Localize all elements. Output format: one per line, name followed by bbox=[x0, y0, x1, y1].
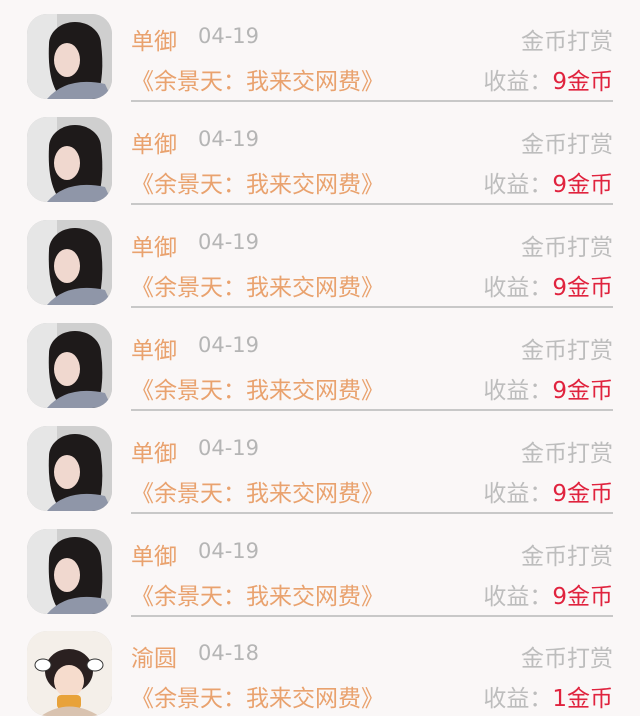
book-title-link[interactable]: 《余景天：我来交网费》 bbox=[131, 62, 384, 96]
earnings: 收益：9金币 bbox=[483, 268, 613, 302]
avatar[interactable] bbox=[27, 323, 112, 408]
book-title-link[interactable]: 《余景天：我来交网费》 bbox=[131, 577, 384, 611]
earnings-label: 收益： bbox=[483, 584, 553, 610]
book-title-link[interactable]: 《余景天：我来交网费》 bbox=[131, 371, 384, 405]
earnings: 收益：1金币 bbox=[483, 679, 613, 713]
earnings: 收益：9金币 bbox=[483, 165, 613, 199]
earnings-value: 9金币 bbox=[552, 172, 613, 198]
earnings: 收益：9金币 bbox=[483, 474, 613, 508]
book-title-link[interactable]: 《余景天：我来交网费》 bbox=[131, 165, 384, 199]
reward-date: 04-19 bbox=[198, 24, 260, 48]
earnings-label: 收益： bbox=[483, 275, 553, 301]
list-item[interactable]: 单御 04-19 金币打赏 《余景天：我来交网费》 收益：9金币 bbox=[0, 515, 640, 618]
reward-date: 04-19 bbox=[198, 230, 260, 254]
reward-date: 04-19 bbox=[198, 333, 260, 357]
earnings-value: 1金币 bbox=[552, 686, 613, 712]
reward-type: 金币打赏 bbox=[521, 29, 613, 55]
user-name: 单御 bbox=[131, 29, 177, 55]
divider bbox=[131, 306, 613, 308]
reward-type: 金币打赏 bbox=[521, 235, 613, 261]
earnings-label: 收益： bbox=[483, 686, 553, 712]
list-item[interactable]: 渝圆 04-18 金币打赏 《余景天：我来交网费》 收益：1金币 bbox=[0, 617, 640, 716]
book-title-link[interactable]: 《余景天：我来交网费》 bbox=[131, 268, 384, 302]
earnings-label: 收益： bbox=[483, 69, 553, 95]
reward-type: 金币打赏 bbox=[521, 544, 613, 570]
list-item[interactable]: 单御 04-19 金币打赏 《余景天：我来交网费》 收益：9金币 bbox=[0, 309, 640, 412]
user-name: 单御 bbox=[131, 235, 177, 261]
divider bbox=[131, 203, 613, 205]
divider bbox=[131, 512, 613, 514]
reward-list: 单御 04-19 金币打赏 《余景天：我来交网费》 收益：9金币 单御 04-1… bbox=[0, 0, 640, 716]
avatar[interactable] bbox=[27, 631, 112, 716]
earnings-label: 收益： bbox=[483, 172, 553, 198]
list-item[interactable]: 单御 04-19 金币打赏 《余景天：我来交网费》 收益：9金币 bbox=[0, 412, 640, 515]
earnings-value: 9金币 bbox=[552, 69, 613, 95]
user-name: 单御 bbox=[131, 132, 177, 158]
reward-date: 04-19 bbox=[198, 436, 260, 460]
earnings-label: 收益： bbox=[483, 481, 553, 507]
reward-type: 金币打赏 bbox=[521, 132, 613, 158]
avatar[interactable] bbox=[27, 220, 112, 305]
earnings-value: 9金币 bbox=[552, 275, 613, 301]
earnings: 收益：9金币 bbox=[483, 577, 613, 611]
avatar[interactable] bbox=[27, 529, 112, 614]
reward-date: 04-19 bbox=[198, 539, 260, 563]
user-name: 单御 bbox=[131, 441, 177, 467]
book-title-link[interactable]: 《余景天：我来交网费》 bbox=[131, 474, 384, 508]
reward-type: 金币打赏 bbox=[521, 441, 613, 467]
reward-date: 04-19 bbox=[198, 127, 260, 151]
book-title-link[interactable]: 《余景天：我来交网费》 bbox=[131, 679, 384, 713]
avatar[interactable] bbox=[27, 426, 112, 511]
earnings-value: 9金币 bbox=[552, 378, 613, 404]
earnings-label: 收益： bbox=[483, 378, 553, 404]
avatar[interactable] bbox=[27, 14, 112, 99]
divider bbox=[131, 409, 613, 411]
list-item[interactable]: 单御 04-19 金币打赏 《余景天：我来交网费》 收益：9金币 bbox=[0, 0, 640, 103]
user-name: 单御 bbox=[131, 338, 177, 364]
reward-type: 金币打赏 bbox=[521, 338, 613, 364]
user-name: 单御 bbox=[131, 544, 177, 570]
reward-date: 04-18 bbox=[198, 641, 260, 665]
avatar[interactable] bbox=[27, 117, 112, 202]
reward-type: 金币打赏 bbox=[521, 646, 613, 672]
earnings: 收益：9金币 bbox=[483, 62, 613, 96]
earnings-value: 9金币 bbox=[552, 584, 613, 610]
list-item[interactable]: 单御 04-19 金币打赏 《余景天：我来交网费》 收益：9金币 bbox=[0, 103, 640, 206]
divider bbox=[131, 100, 613, 102]
earnings-value: 9金币 bbox=[552, 481, 613, 507]
earnings: 收益：9金币 bbox=[483, 371, 613, 405]
list-item[interactable]: 单御 04-19 金币打赏 《余景天：我来交网费》 收益：9金币 bbox=[0, 206, 640, 309]
user-name: 渝圆 bbox=[131, 646, 177, 672]
